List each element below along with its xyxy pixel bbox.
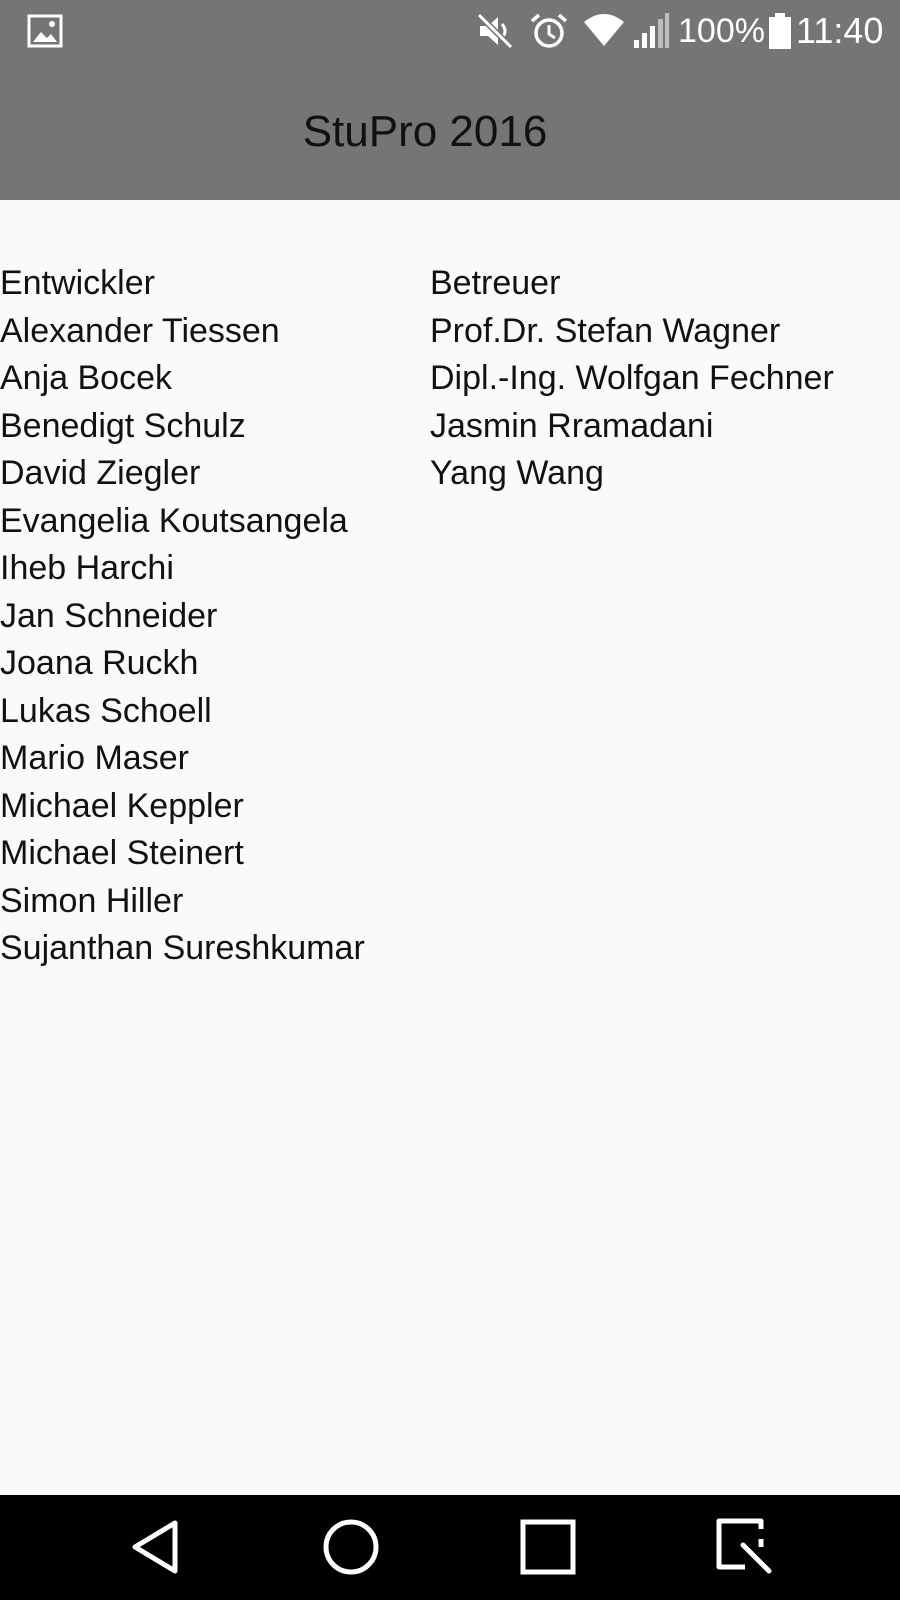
supervisors-column: Betreuer Prof.Dr. Stefan Wagner Dipl.-In… [430,260,900,498]
developer-name: Evangelia Koutsangela [0,501,348,540]
back-icon [132,1520,178,1574]
battery-icon [769,13,791,49]
mute-icon [476,12,514,50]
recents-icon [520,1519,576,1575]
back-button[interactable] [120,1515,190,1579]
clock: 11:40 [796,10,884,51]
supervisors-heading: Betreuer [430,264,561,302]
battery-percent: 100% [678,12,765,50]
home-icon [323,1519,379,1575]
gallery-icon [27,14,63,48]
developer-name: Michael Steinert [0,834,244,872]
recents-button[interactable] [513,1515,583,1579]
supervisor-name: Prof.Dr. Stefan Wagner [430,311,781,350]
developer-name: Anja Bocek [0,359,172,397]
developer-name: Alexander Tiessen [0,311,280,350]
developer-name: Jan Schneider [0,596,218,635]
supervisor-name: Yang Wang [430,454,604,492]
developer-name: Benedigt Schulz [0,406,246,445]
navigation-bar [0,1495,900,1600]
developer-name: Joana Ruckh [0,644,199,682]
developer-name: Lukas Schoell [0,691,212,730]
developer-name: Simon Hiller [0,881,184,920]
developer-name: Michael Keppler [0,786,244,825]
screen: 100% 11:40 StuPro 2016 Entwickler Alexan… [0,0,900,1600]
alarm-icon [530,13,568,48]
wifi-icon [584,14,624,46]
developer-name: Mario Maser [0,739,189,777]
developer-name: Sujanthan Sureshkumar [0,929,365,967]
home-button[interactable] [316,1515,386,1579]
developers-column: Entwickler Alexander Tiessen Anja Bocek … [0,260,420,973]
supervisor-name: Jasmin Rramadani [430,406,714,445]
app-title: StuPro 2016 [302,107,548,156]
status-bar: 100% 11:40 [0,0,900,62]
signal-icon [634,13,669,48]
developers-heading: Entwickler [0,264,155,302]
app-header: 100% 11:40 StuPro 2016 [0,0,900,200]
supervisor-name: Dipl.-Ing. Wolfgan Fechner [430,359,834,397]
developer-name: David Ziegler [0,454,201,492]
developer-name: Iheb Harchi [0,549,174,587]
credits-content: Entwickler Alexander Tiessen Anja Bocek … [0,200,900,1495]
screen-capture-button[interactable] [710,1515,780,1579]
screen-capture-icon [716,1518,772,1574]
